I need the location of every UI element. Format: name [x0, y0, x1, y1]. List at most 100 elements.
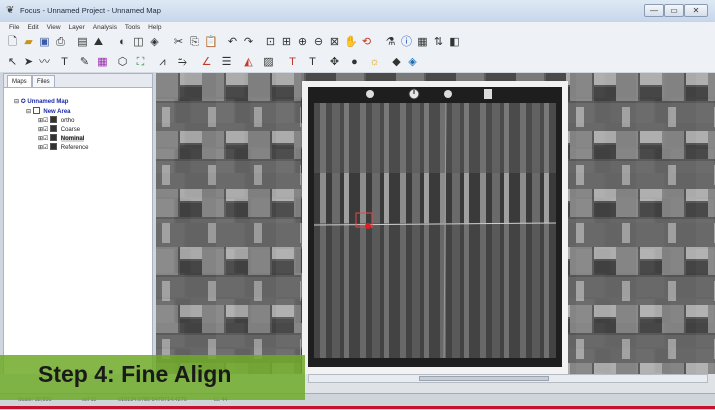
cut-icon[interactable]: ✂ — [172, 36, 185, 49]
select-arrow-icon[interactable]: ↖ — [6, 56, 19, 69]
dial-icon — [444, 90, 452, 98]
open-folder-icon[interactable]: ▰ — [22, 36, 35, 49]
zoom-out-icon[interactable]: ⊖ — [312, 36, 325, 49]
line-color-icon[interactable]: ∠ — [200, 56, 213, 69]
menu-help[interactable]: Help — [145, 22, 164, 33]
zoom-box-icon[interactable]: ⊞ — [280, 36, 293, 49]
panel-tabs: Maps Files — [4, 74, 152, 88]
menu-edit[interactable]: Edit — [24, 22, 41, 33]
edit-tool-icon[interactable]: ⚗ — [384, 36, 397, 49]
maps-panel: Maps Files ⊟ ✪ Unnamed Map ⊟ New Area ⊞☑… — [3, 73, 153, 379]
sort-icon[interactable]: ⇅ — [432, 36, 445, 49]
horizontal-scrollbar[interactable] — [308, 374, 708, 383]
redo-icon[interactable]: ↷ — [242, 36, 255, 49]
checkbox-icon[interactable]: ⊞☑ — [38, 136, 48, 142]
menu-bar: File Edit View Layer Analysis Tools Help — [0, 22, 715, 33]
zoom-extent-icon[interactable]: ⊡ — [264, 36, 277, 49]
polyline-icon[interactable]: 〰 — [38, 56, 51, 69]
main-toolbar: 🗋 ▰ ▣ ⎙ ▤ ⛰ ◐ ◫ ◈ ✂ ⎘ 📋 ↶ ↷ ⊡ ⊞ ⊕ ⊖ ⊠ ✋ … — [0, 33, 715, 54]
symbol-icon[interactable]: ✥ — [328, 56, 341, 69]
new-file-icon[interactable]: 🗋 — [6, 36, 19, 49]
tab-files[interactable]: Files — [32, 75, 55, 87]
focus-app-icon: ❦ — [6, 5, 15, 16]
window-title: Focus - Unnamed Project - Unnamed Map — [20, 6, 161, 15]
left-imagery — [156, 73, 301, 374]
frame-icon[interactable]: ◫ — [132, 36, 145, 49]
polygon-icon[interactable]: ⬡ — [116, 56, 129, 69]
collapse-icon[interactable]: ⊟ — [14, 99, 19, 105]
undo-icon[interactable]: ↶ — [226, 36, 239, 49]
image-icon[interactable]: ⛰ — [92, 36, 105, 49]
fill-icon[interactable]: ⛶ — [134, 56, 147, 69]
line-width-icon[interactable]: ☰ — [220, 56, 233, 69]
map-icon: ✪ — [20, 99, 26, 105]
layer-label: Nominal — [60, 136, 85, 142]
raster-icon — [50, 143, 58, 150]
tree-area-label: New Area — [43, 109, 71, 115]
menu-tools[interactable]: Tools — [122, 22, 143, 33]
minimize-button[interactable]: — — [644, 4, 664, 17]
step-caption-banner: Step 4: Fine Align — [0, 355, 305, 400]
step-caption: Step 4: Fine Align — [38, 361, 232, 387]
layout-icon[interactable]: ▤ — [76, 36, 89, 49]
zoom-window-icon[interactable]: ⊠ — [328, 36, 341, 49]
tree-layer-ortho[interactable]: ⊞☑ ortho — [38, 116, 74, 125]
tree-root-label: Unnamed Map — [27, 99, 69, 105]
grid-tool-icon[interactable]: ▦ — [96, 56, 109, 69]
tree-layer-reference[interactable]: ⊞☑ Reference — [38, 143, 88, 152]
checkbox-icon[interactable]: ⊞☑ — [38, 118, 48, 124]
pan-hand-icon[interactable]: ✋ — [344, 36, 358, 49]
tab-maps[interactable]: Maps — [7, 75, 32, 87]
zoom-in-icon[interactable]: ⊕ — [296, 36, 309, 49]
raster-layer-icon[interactable]: ◈ — [406, 56, 419, 69]
collapse-icon[interactable]: ⊟ — [26, 109, 31, 115]
vector-layer-icon[interactable]: ◆ — [390, 56, 403, 69]
line-style-icon[interactable]: ⩘ — [156, 56, 169, 69]
refresh-icon[interactable]: ⟲ — [360, 36, 373, 49]
map-view[interactable] — [156, 73, 715, 374]
font-size-icon[interactable]: T — [306, 56, 319, 69]
maximize-button[interactable]: ▭ — [664, 4, 684, 17]
layer-label: Reference — [60, 145, 89, 151]
font-color-icon[interactable]: T — [286, 56, 299, 69]
raster-icon — [50, 134, 58, 141]
sun-icon[interactable]: ☼ — [368, 56, 381, 69]
counter-icon — [484, 89, 492, 99]
layer-label: ortho — [60, 118, 75, 124]
scroll-thumb[interactable] — [419, 376, 549, 381]
copy-icon[interactable]: ⎘ — [188, 36, 201, 49]
menu-view[interactable]: View — [44, 22, 64, 33]
save-icon[interactable]: ▣ — [38, 36, 51, 49]
tree-area[interactable]: ⊟ New Area — [26, 107, 71, 116]
pointer-icon[interactable]: ➤ — [22, 56, 35, 69]
layers-icon[interactable]: ◈ — [148, 36, 161, 49]
pencil-icon[interactable]: ✎ — [78, 56, 91, 69]
menu-analysis[interactable]: Analysis — [90, 22, 120, 33]
print-icon[interactable]: ⎙ — [54, 36, 67, 49]
checkbox-icon[interactable]: ⊞☑ — [38, 145, 48, 151]
arrow-style-icon[interactable]: ⥲ — [176, 56, 189, 69]
tree-root[interactable]: ⊟ ✪ Unnamed Map — [14, 98, 68, 106]
text-tool-icon[interactable]: T — [58, 56, 71, 69]
title-bar: ❦ Focus - Unnamed Project - Unnamed Map … — [0, 0, 715, 23]
tree-layer-nominal[interactable]: ⊞☑ Nominal — [38, 134, 85, 143]
tie-point-marker[interactable] — [365, 223, 371, 229]
dial-icon — [366, 90, 374, 98]
info-icon[interactable]: ⓘ — [400, 36, 413, 49]
point-style-icon[interactable]: ● — [348, 56, 361, 69]
pattern-icon[interactable]: ▨ — [262, 56, 275, 69]
checkbox-icon[interactable]: ⊞☑ — [38, 127, 48, 133]
menu-file[interactable]: File — [6, 22, 22, 33]
raster-icon — [50, 125, 58, 132]
raster-icon — [50, 116, 58, 123]
fill-color-icon[interactable]: ◭ — [242, 56, 255, 69]
tree-layer-coarse[interactable]: ⊞☑ Coarse — [38, 125, 80, 134]
properties-icon[interactable]: ◐ — [116, 36, 129, 49]
menu-layer[interactable]: Layer — [66, 22, 88, 33]
table-icon[interactable]: ▦ — [416, 36, 429, 49]
chart-icon[interactable]: ◧ — [448, 36, 461, 49]
photo-top-fields — [314, 103, 556, 173]
aerial-imagery[interactable] — [156, 73, 715, 374]
close-button[interactable]: ✕ — [684, 4, 708, 17]
paste-icon[interactable]: 📋 — [204, 36, 218, 49]
